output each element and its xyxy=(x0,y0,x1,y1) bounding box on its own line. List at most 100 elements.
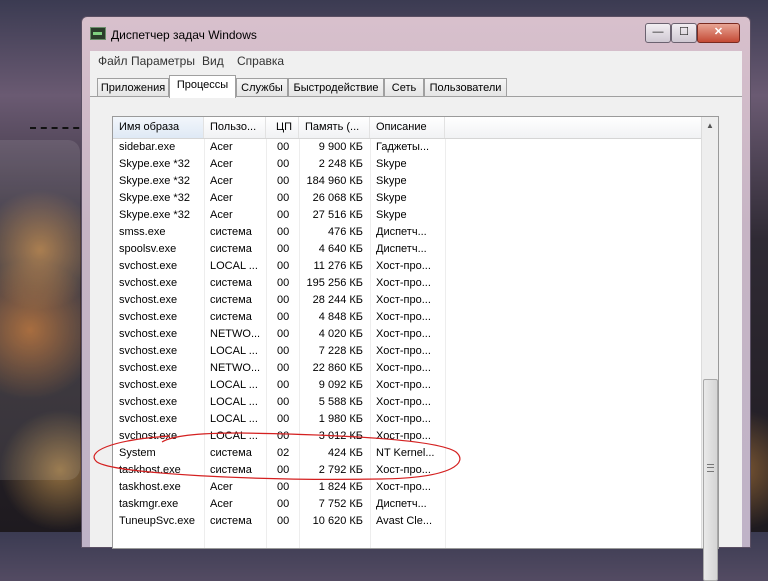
column-cpu[interactable]: ЦП xyxy=(266,117,299,138)
process-description: Гаджеты... xyxy=(376,141,430,153)
table-row[interactable]: svchost.exe система 00 28 244 КБ Хост-про... xyxy=(113,292,701,309)
tab-performance[interactable]: Быстродействие xyxy=(288,78,384,97)
process-description: Хост-про... xyxy=(376,311,431,323)
process-cpu: 00 xyxy=(277,362,290,374)
menu-file[interactable]: Файл xyxy=(98,54,128,68)
process-name: smss.exe xyxy=(119,226,166,238)
minimize-button[interactable]: — xyxy=(645,23,671,43)
process-description: Хост-про... xyxy=(376,464,431,476)
process-name: svchost.exe xyxy=(119,311,178,323)
process-cpu: 00 xyxy=(277,277,290,289)
column-user[interactable]: Пользо... xyxy=(204,117,266,138)
title-bar[interactable]: Диспетчер задач Windows — ☐ ✕ xyxy=(82,17,750,47)
table-row[interactable]: svchost.exe NETWO... 00 22 860 КБ Хост-про..… xyxy=(113,360,701,377)
process-name: svchost.exe xyxy=(119,260,178,272)
table-row[interactable]: Skype.exe *32 Acer 00 184 960 КБ Skype xyxy=(113,173,701,190)
table-row[interactable]: taskhost.exe система 00 2 792 КБ Хост-про... xyxy=(113,462,701,479)
process-name: Skype.exe *32 xyxy=(119,175,190,187)
process-user: Acer xyxy=(210,498,233,510)
scrollbar-thumb[interactable] xyxy=(703,379,718,581)
window-title: Диспетчер задач Windows xyxy=(111,28,257,42)
process-memory: 1 980 КБ xyxy=(318,413,363,425)
process-memory: 22 860 КБ xyxy=(312,362,363,374)
process-memory: 9 900 КБ xyxy=(318,141,363,153)
process-user: Acer xyxy=(210,141,233,153)
table-row[interactable]: taskhost.exe Acer 00 1 824 КБ Хост-про... xyxy=(113,479,701,496)
table-row[interactable]: Skype.exe *32 Acer 00 2 248 КБ Skype xyxy=(113,156,701,173)
table-row[interactable]: taskmgr.exe Acer 00 7 752 КБ Диспетч... xyxy=(113,496,701,513)
tab-applications[interactable]: Приложения xyxy=(97,78,169,97)
process-memory: 10 620 КБ xyxy=(312,515,363,527)
tab-users[interactable]: Пользователи xyxy=(424,78,507,97)
menu-view[interactable]: Вид xyxy=(202,54,224,68)
process-user: LOCAL ... xyxy=(210,413,258,425)
menu-help[interactable]: Справка xyxy=(237,54,284,68)
process-memory: 28 244 КБ xyxy=(312,294,363,306)
process-name: svchost.exe xyxy=(119,413,178,425)
maximize-button[interactable]: ☐ xyxy=(671,23,697,43)
process-user: система xyxy=(210,294,252,306)
table-row-highlighted[interactable]: System система 02 424 КБ NT Kernel... xyxy=(113,445,701,462)
column-description[interactable]: Описание xyxy=(370,117,445,138)
process-user: Acer xyxy=(210,175,233,187)
table-row[interactable]: smss.exe система 00 476 КБ Диспетч... xyxy=(113,224,701,241)
process-name: taskmgr.exe xyxy=(119,498,179,510)
process-rows: sidebar.exe Acer 00 9 900 КБ Гаджеты... Skype… xyxy=(113,139,701,530)
process-cpu: 00 xyxy=(277,464,290,476)
process-user: NETWO... xyxy=(210,328,261,340)
table-row[interactable]: TuneupSvc.exe система 00 10 620 КБ Avast Cle… xyxy=(113,513,701,530)
tab-services[interactable]: Службы xyxy=(236,78,288,97)
process-name: System xyxy=(119,447,156,459)
table-row[interactable]: svchost.exe LOCAL ... 00 3 012 КБ Хост-про..… xyxy=(113,428,701,445)
process-name: taskhost.exe xyxy=(119,464,181,476)
column-image-name[interactable]: Имя образа xyxy=(113,117,204,138)
process-memory: 11 276 КБ xyxy=(313,260,363,272)
column-memory[interactable]: Память (... xyxy=(299,117,370,138)
process-name: Skype.exe *32 xyxy=(119,209,190,221)
process-user: LOCAL ... xyxy=(210,345,258,357)
process-description: NT Kernel... xyxy=(376,447,435,459)
table-row[interactable]: svchost.exe LOCAL ... 00 11 276 КБ Хост-про.… xyxy=(113,258,701,275)
process-cpu: 02 xyxy=(277,447,290,459)
process-cpu: 00 xyxy=(277,209,290,221)
process-name: svchost.exe xyxy=(119,430,178,442)
process-cpu: 00 xyxy=(277,515,290,527)
table-row[interactable]: Skype.exe *32 Acer 00 27 516 КБ Skype xyxy=(113,207,701,224)
table-row[interactable]: svchost.exe система 00 4 848 КБ Хост-про... xyxy=(113,309,701,326)
process-name: svchost.exe xyxy=(119,379,178,391)
process-memory: 2 792 КБ xyxy=(318,464,363,476)
process-description: Диспетч... xyxy=(376,498,427,510)
table-row[interactable]: svchost.exe LOCAL ... 00 9 092 КБ Хост-про..… xyxy=(113,377,701,394)
task-manager-window: Диспетчер задач Windows — ☐ ✕ Файл Парам… xyxy=(81,16,751,581)
table-row[interactable]: svchost.exe система 00 195 256 КБ Хост-про..… xyxy=(113,275,701,292)
tab-network[interactable]: Сеть xyxy=(384,78,424,97)
process-memory: 26 068 КБ xyxy=(312,192,363,204)
process-cpu: 00 xyxy=(277,430,290,442)
process-list[interactable]: Имя образа Пользо... ЦП Память (... Опис… xyxy=(112,116,719,581)
process-user: система xyxy=(210,515,252,527)
process-name: sidebar.exe xyxy=(119,141,176,153)
table-row[interactable]: svchost.exe LOCAL ... 00 1 980 КБ Хост-про..… xyxy=(113,411,701,428)
table-row[interactable]: spoolsv.exe система 00 4 640 КБ Диспетч... xyxy=(113,241,701,258)
table-row[interactable]: Skype.exe *32 Acer 00 26 068 КБ Skype xyxy=(113,190,701,207)
process-description: Диспетч... xyxy=(376,226,427,238)
process-user: Acer xyxy=(210,481,233,493)
table-row[interactable]: svchost.exe LOCAL ... 00 7 228 КБ Хост-про..… xyxy=(113,343,701,360)
process-user: LOCAL ... xyxy=(210,396,258,408)
table-row[interactable]: svchost.exe LOCAL ... 00 5 588 КБ Хост-про..… xyxy=(113,394,701,411)
tab-processes[interactable]: Процессы xyxy=(169,75,236,98)
process-memory: 4 020 КБ xyxy=(318,328,363,340)
menu-options[interactable]: Параметры xyxy=(131,54,195,68)
process-memory: 7 228 КБ xyxy=(318,345,363,357)
process-name: spoolsv.exe xyxy=(119,243,177,255)
vertical-scrollbar[interactable]: ▲ xyxy=(701,117,718,581)
close-button[interactable]: ✕ xyxy=(697,23,740,43)
table-row[interactable]: sidebar.exe Acer 00 9 900 КБ Гаджеты... xyxy=(113,139,701,156)
process-name: TuneupSvc.exe xyxy=(119,515,196,527)
process-name: svchost.exe xyxy=(119,294,178,306)
process-cpu: 00 xyxy=(277,311,290,323)
table-row[interactable]: svchost.exe NETWO... 00 4 020 КБ Хост-про... xyxy=(113,326,701,343)
process-cpu: 00 xyxy=(277,413,290,425)
scroll-up-arrow-icon[interactable]: ▲ xyxy=(702,117,718,134)
process-cpu: 00 xyxy=(277,481,290,493)
